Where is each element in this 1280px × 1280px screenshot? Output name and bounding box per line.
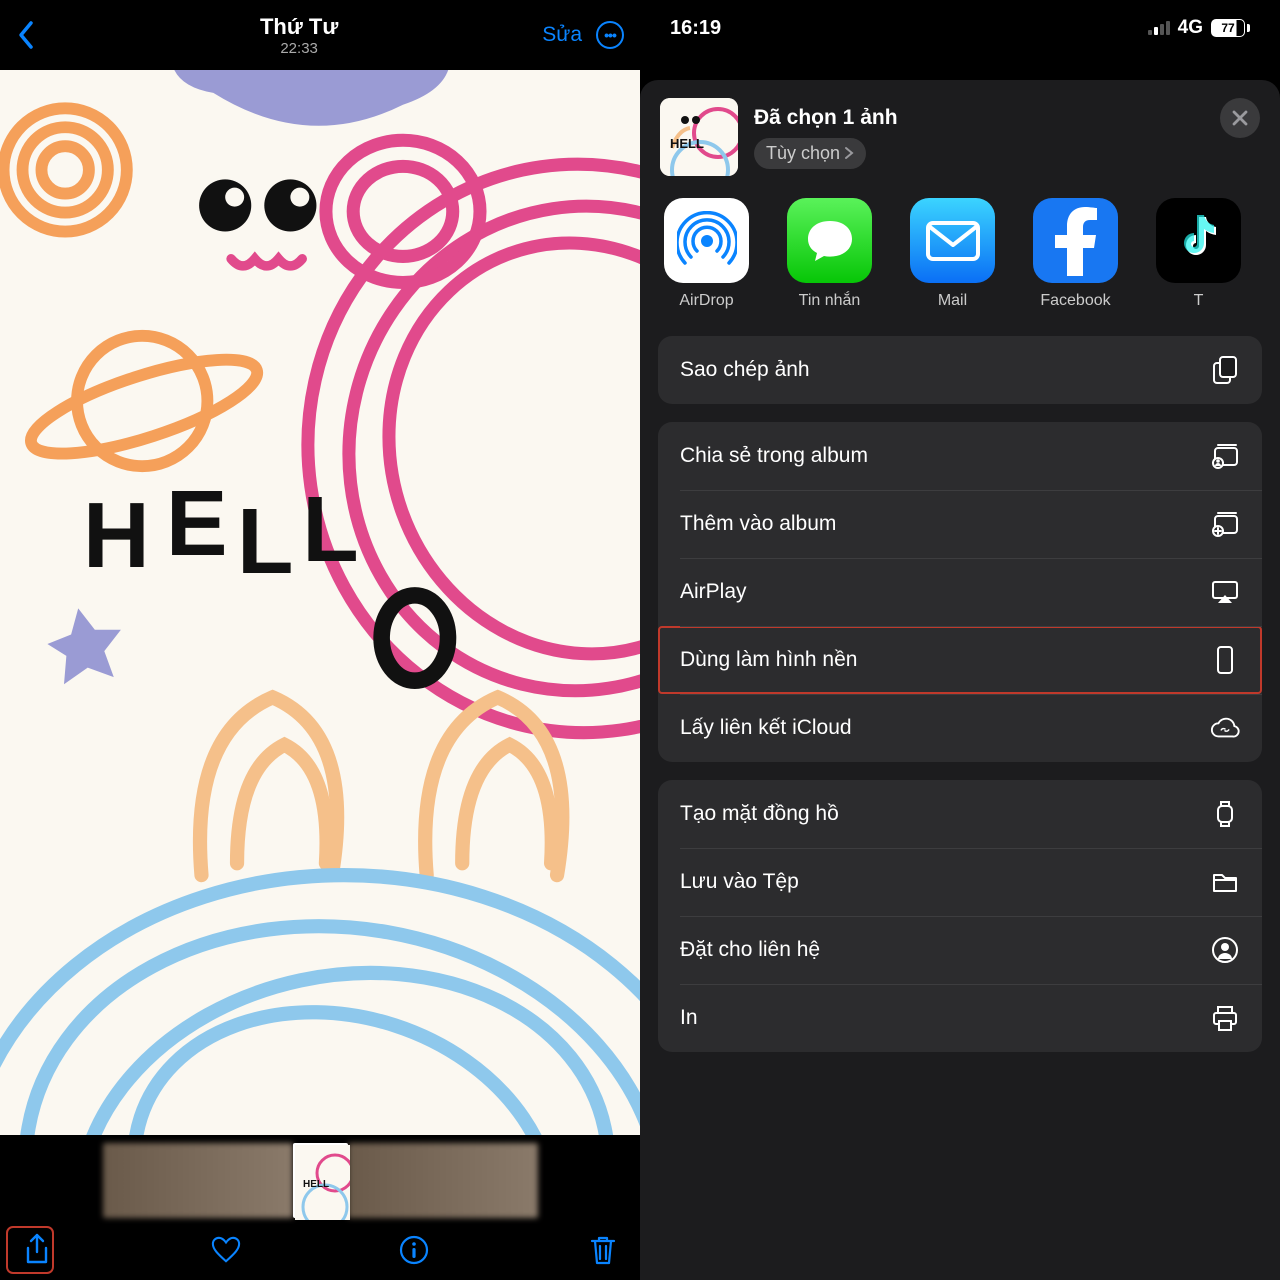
back-button[interactable] bbox=[16, 20, 56, 50]
row-label: Chia sẻ trong album bbox=[680, 444, 868, 468]
row-label: Lấy liên kết iCloud bbox=[680, 716, 852, 740]
battery-icon: 77 bbox=[1211, 19, 1250, 37]
action-copy-photo[interactable]: Sao chép ảnh bbox=[658, 336, 1262, 404]
app-label: AirDrop bbox=[679, 292, 733, 310]
svg-text:L: L bbox=[302, 477, 358, 581]
action-share-album[interactable]: Chia sẻ trong album bbox=[658, 422, 1262, 490]
selected-thumbnail: HELL bbox=[660, 98, 738, 176]
share-apps-row[interactable]: AirDrop Tin nhắn Mail Facebook bbox=[640, 198, 1280, 336]
selected-count: Đã chọn 1 ảnh bbox=[754, 106, 1260, 130]
action-airplay[interactable]: AirPlay bbox=[658, 558, 1262, 626]
bottom-toolbar bbox=[0, 1220, 640, 1280]
messages-icon bbox=[787, 198, 872, 283]
action-assign-contact[interactable]: Đặt cho liên hệ bbox=[658, 916, 1262, 984]
svg-text:HELL: HELL bbox=[303, 1179, 329, 1190]
row-label: Lưu vào Tệp bbox=[680, 870, 799, 894]
add-album-icon bbox=[1210, 509, 1240, 539]
action-list: Sao chép ảnh Chia sẻ trong album Thêm và… bbox=[640, 336, 1280, 1052]
shared-album-icon bbox=[1210, 441, 1240, 471]
action-save-files[interactable]: Lưu vào Tệp bbox=[658, 848, 1262, 916]
app-label: Mail bbox=[938, 292, 967, 310]
app-facebook[interactable]: Facebook bbox=[1033, 198, 1118, 310]
thumbnail-strip[interactable]: HELL bbox=[0, 1140, 640, 1220]
delete-button[interactable] bbox=[588, 1235, 618, 1265]
airplay-icon bbox=[1210, 577, 1240, 607]
photo-viewer-panel: Thứ Tư 22:33 Sửa ••• bbox=[0, 0, 640, 1280]
options-label: Tùy chọn bbox=[766, 143, 840, 164]
photo-content: HE LL bbox=[0, 70, 640, 1135]
mail-icon bbox=[910, 198, 995, 283]
edit-button[interactable]: Sửa bbox=[542, 23, 582, 47]
folder-icon bbox=[1210, 867, 1240, 897]
photo-canvas[interactable]: HE LL bbox=[0, 70, 640, 1135]
favorite-button[interactable] bbox=[211, 1235, 241, 1265]
action-group: Chia sẻ trong album Thêm vào album AirPl… bbox=[658, 422, 1262, 762]
row-label: Tạo mặt đồng hồ bbox=[680, 802, 839, 826]
svg-text:H: H bbox=[83, 483, 150, 587]
options-button[interactable]: Tùy chọn bbox=[754, 138, 866, 169]
share-sheet: HELL Đã chọn 1 ảnh Tùy chọn AirDrop bbox=[640, 80, 1280, 1280]
airdrop-icon bbox=[664, 198, 749, 283]
info-button[interactable] bbox=[399, 1235, 429, 1265]
photo-subtitle: 22:33 bbox=[56, 40, 542, 57]
thumbnail[interactable] bbox=[348, 1143, 538, 1218]
phone-icon bbox=[1210, 645, 1240, 675]
ellipsis-icon: ••• bbox=[604, 27, 616, 43]
app-tiktok[interactable]: T bbox=[1156, 198, 1241, 310]
svg-text:L: L bbox=[237, 489, 293, 593]
row-label: AirPlay bbox=[680, 580, 747, 604]
photo-title: Thứ Tư bbox=[56, 14, 542, 40]
thumbnail[interactable] bbox=[103, 1143, 293, 1218]
contact-icon bbox=[1210, 935, 1240, 965]
app-airdrop[interactable]: AirDrop bbox=[664, 198, 749, 310]
close-icon bbox=[1231, 109, 1249, 127]
printer-icon bbox=[1210, 1003, 1240, 1033]
action-set-wallpaper[interactable]: Dùng làm hình nền bbox=[658, 626, 1262, 694]
title-block: Thứ Tư 22:33 bbox=[56, 14, 542, 57]
app-mail[interactable]: Mail bbox=[910, 198, 995, 310]
share-icon bbox=[23, 1233, 51, 1267]
network-label: 4G bbox=[1178, 17, 1203, 39]
action-print[interactable]: In bbox=[658, 984, 1262, 1052]
app-label: Facebook bbox=[1040, 292, 1110, 310]
row-label: Thêm vào album bbox=[680, 512, 836, 536]
sheet-header: HELL Đã chọn 1 ảnh Tùy chọn bbox=[640, 98, 1280, 198]
heart-icon bbox=[211, 1235, 241, 1265]
info-icon bbox=[399, 1235, 429, 1265]
tiktok-icon bbox=[1156, 198, 1241, 283]
watch-icon bbox=[1210, 799, 1240, 829]
svg-text:HELL: HELL bbox=[670, 136, 704, 151]
app-messages[interactable]: Tin nhắn bbox=[787, 198, 872, 310]
photo-topbar: Thứ Tư 22:33 Sửa ••• bbox=[0, 0, 640, 70]
action-icloud-link[interactable]: Lấy liên kết iCloud bbox=[658, 694, 1262, 762]
thumbnail-selected[interactable]: HELL bbox=[293, 1143, 348, 1218]
chevron-right-icon bbox=[844, 146, 854, 160]
action-add-album[interactable]: Thêm vào album bbox=[658, 490, 1262, 558]
cloud-link-icon bbox=[1210, 713, 1240, 743]
share-button[interactable] bbox=[22, 1235, 52, 1265]
action-group: Tạo mặt đồng hồ Lưu vào Tệp Đặt cho liên… bbox=[658, 780, 1262, 1052]
svg-text:E: E bbox=[166, 471, 228, 575]
share-sheet-panel: 16:19 4G 77 HELL Đã chọn 1 ảnh Tùy chọn bbox=[640, 0, 1280, 1280]
status-bar: 16:19 4G 77 bbox=[640, 0, 1280, 56]
row-label: Đặt cho liên hệ bbox=[680, 938, 820, 962]
facebook-icon bbox=[1033, 198, 1118, 283]
action-group: Sao chép ảnh bbox=[658, 336, 1262, 404]
row-label: Dùng làm hình nền bbox=[680, 648, 857, 672]
close-button[interactable] bbox=[1220, 98, 1260, 138]
more-button[interactable]: ••• bbox=[596, 21, 624, 49]
row-label: Sao chép ảnh bbox=[680, 358, 810, 382]
app-label: Tin nhắn bbox=[799, 292, 861, 310]
copy-icon bbox=[1210, 355, 1240, 385]
row-label: In bbox=[680, 1006, 698, 1030]
status-time: 16:19 bbox=[670, 17, 721, 40]
action-create-watchface[interactable]: Tạo mặt đồng hồ bbox=[658, 780, 1262, 848]
signal-icon bbox=[1148, 21, 1170, 35]
chevron-left-icon bbox=[16, 20, 34, 50]
trash-icon bbox=[589, 1234, 617, 1266]
app-label: T bbox=[1194, 292, 1204, 310]
